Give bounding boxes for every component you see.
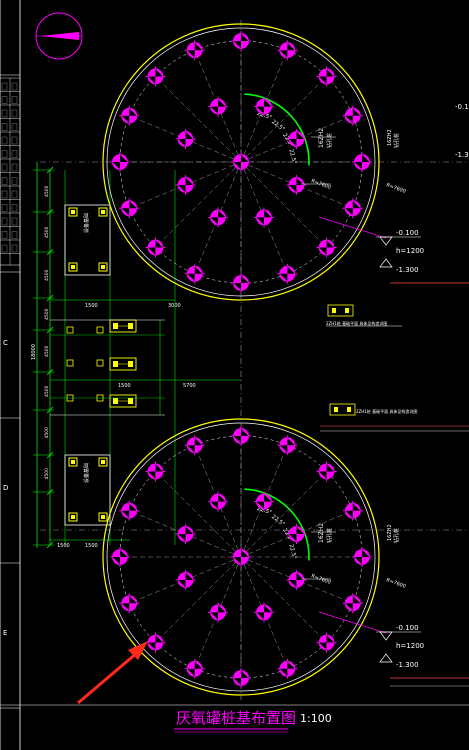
dim-vertical-label: 4500: [44, 185, 50, 197]
dim-horizontal-label: 1500: [85, 543, 98, 549]
drawing-background: [0, 0, 469, 750]
tank-top-level-top: -0.100: [396, 229, 419, 237]
dim-vertical-label: 4500: [44, 269, 50, 281]
tank-bottom-pile-type-right: 16ZH2: [387, 524, 393, 541]
tank-bottom-pile-note-right: 钻孔桩: [393, 528, 400, 543]
tank-top-level-bottom: -1.300: [396, 266, 419, 274]
dim-middle-span-label: 5700: [183, 383, 196, 389]
dim-vertical-label: 4500: [44, 385, 50, 397]
tank-bottom-pile-note-label: 钻孔桩: [326, 528, 333, 543]
frame-row-e: E: [3, 629, 7, 637]
tank-bottom-pile-type-label: 16ZH2: [318, 523, 325, 543]
cad-drawing: C D E 18000 4500 4500 4500 4500 4500 4500 4500 450…: [0, 0, 469, 750]
dim-vertical-label: 4500: [44, 308, 50, 320]
frame-row-d: D: [3, 484, 8, 492]
dim-total-label: 18000: [31, 344, 37, 360]
foundation-note-lower-text: 2ZH1桩 基础平面 具体见构造详图: [356, 408, 417, 414]
equipment-box-top-label: 设备基础: [83, 213, 90, 233]
tank-bottom-level-top: -0.100: [396, 624, 419, 632]
dim-vertical-label: 4500: [44, 427, 50, 439]
dim-vertical-label: 4500: [44, 345, 50, 357]
dim-horizontal-label: 1500: [118, 383, 131, 389]
tank-bottom-level-bottom: -1.300: [396, 661, 419, 669]
dim-vertical-label: 4500: [44, 226, 50, 238]
frame-row-c: C: [3, 339, 8, 347]
tank-top-pile-note-label: 钻孔桩: [326, 133, 333, 148]
drawing-scale: 1:100: [300, 712, 332, 725]
dim-horizontal-label: 3000: [168, 303, 181, 309]
drawing-title: 厌氧罐桩基布置图: [176, 709, 296, 727]
right-edge-level-2: -1.30: [455, 151, 469, 159]
dim-horizontal-label: 1500: [85, 303, 98, 309]
right-edge-level-1: -0.10: [455, 103, 469, 111]
foundation-note-upper-text: 2ZH1桩 基础平面 具体见构造详图: [326, 320, 387, 326]
tank-top-level-h: h=1200: [396, 247, 424, 255]
dim-vertical-label: 4500: [44, 468, 50, 480]
equipment-box-bottom-label: 设备基础: [83, 463, 90, 483]
tank-top-pile-type-right: 16ZH2: [387, 129, 393, 146]
dim-horizontal-label: 1500: [57, 543, 70, 549]
tank-bottom-level-h: h=1200: [396, 642, 424, 650]
tank-top-pile-type-label: 16ZH2: [318, 128, 325, 148]
tank-top-pile-note-right: 钻孔桩: [393, 133, 400, 148]
